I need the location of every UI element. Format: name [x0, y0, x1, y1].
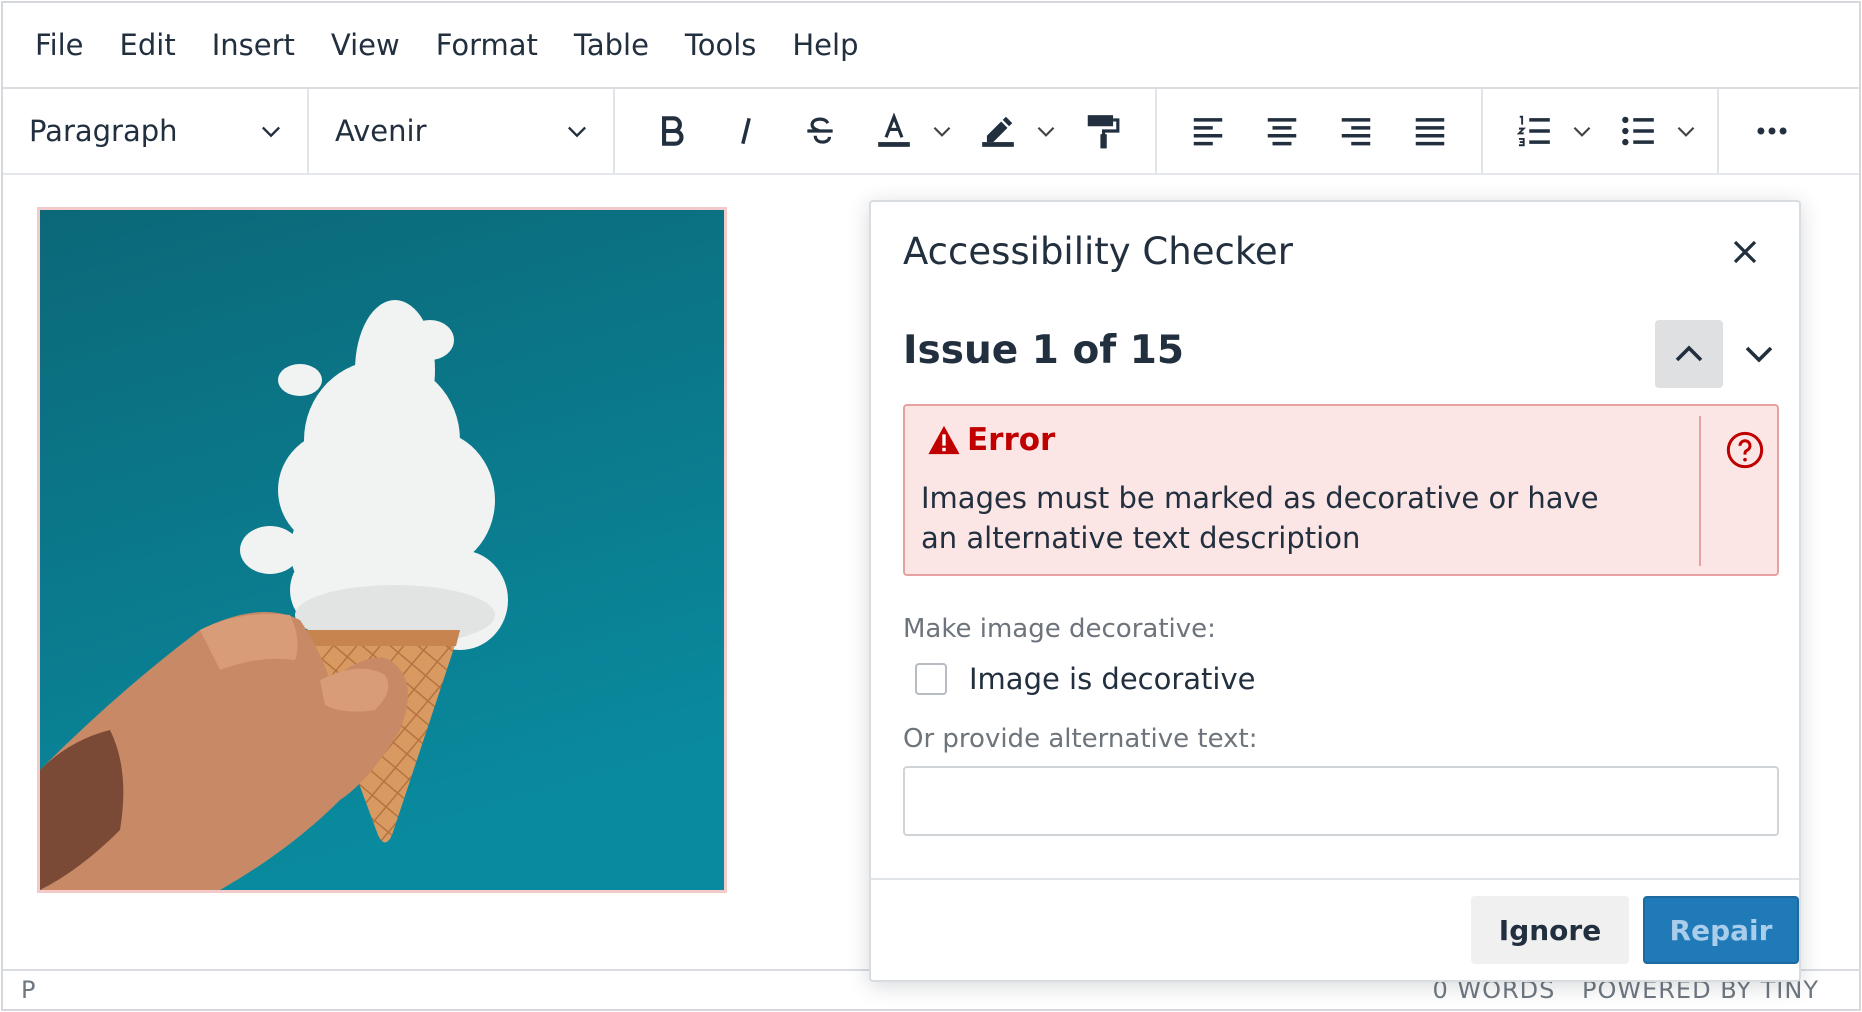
numbered-list-icon — [1516, 115, 1550, 147]
align-justify-button[interactable] — [1399, 101, 1461, 161]
alignment-group — [1157, 89, 1483, 173]
decorative-checkbox-row[interactable]: Image is decorative — [915, 662, 1256, 696]
block-format-value: Paragraph — [29, 114, 178, 148]
font-family-group: Avenir — [309, 89, 615, 173]
block-format-select[interactable]: Paragraph — [3, 89, 307, 173]
decorative-checkbox-label[interactable]: Image is decorative — [969, 662, 1256, 696]
chevron-down-icon — [1573, 126, 1591, 137]
highlight-split — [965, 101, 1061, 161]
bold-icon — [662, 116, 684, 146]
text-color-button[interactable] — [863, 101, 925, 161]
highlight-button[interactable] — [967, 101, 1029, 161]
cloud-ice-cream-photo — [40, 210, 724, 890]
bullet-list-icon — [1622, 116, 1654, 146]
more-icon — [1757, 127, 1787, 135]
close-icon — [1733, 240, 1757, 264]
next-issue-button[interactable] — [1731, 320, 1787, 388]
chevron-down-icon — [262, 126, 280, 138]
bullet-list-button[interactable] — [1607, 101, 1669, 161]
repair-button[interactable]: Repair — [1643, 896, 1799, 964]
error-heading: Error — [927, 422, 1055, 458]
italic-button[interactable] — [715, 101, 777, 161]
more-group — [1719, 89, 1809, 173]
block-format-group: Paragraph — [3, 89, 309, 173]
numbered-list-button[interactable] — [1503, 101, 1565, 161]
numbered-list-dropdown[interactable] — [1567, 116, 1597, 146]
highlight-dropdown[interactable] — [1031, 116, 1061, 146]
error-severity: Error — [967, 422, 1056, 458]
decorative-checkbox[interactable] — [915, 663, 947, 695]
accessibility-checker-dialog: Accessibility Checker Issue 1 of 15 Erro… — [869, 200, 1801, 982]
menu-edit[interactable]: Edit — [102, 17, 194, 73]
format-painter-icon — [1087, 115, 1120, 149]
menu-table[interactable]: Table — [556, 17, 667, 73]
menu-help[interactable]: Help — [774, 17, 876, 73]
align-left-button[interactable] — [1177, 101, 1239, 161]
element-path[interactable]: P — [21, 976, 36, 1004]
align-center-button[interactable] — [1251, 101, 1313, 161]
chevron-down-icon — [1037, 126, 1055, 137]
align-right-button[interactable] — [1325, 101, 1387, 161]
issue-counter: Issue 1 of 15 — [903, 328, 1185, 373]
chevron-down-icon — [1677, 126, 1695, 137]
menu-file[interactable]: File — [17, 17, 102, 73]
menu-view[interactable]: View — [313, 17, 418, 73]
highlight-icon — [982, 116, 1014, 147]
chevron-down-icon — [1745, 346, 1773, 363]
error-divider — [1699, 416, 1701, 566]
decorative-label: Make image decorative: — [903, 614, 1216, 644]
toolbar: Paragraph Avenir — [3, 89, 1859, 175]
align-right-icon — [1341, 118, 1371, 146]
previous-issue-button[interactable] — [1655, 320, 1723, 388]
text-color-split — [861, 101, 957, 161]
content-image[interactable] — [37, 207, 727, 893]
warning-icon — [928, 425, 960, 455]
chevron-up-icon — [1675, 345, 1703, 362]
help-icon[interactable] — [1725, 430, 1765, 470]
chevron-down-icon — [933, 126, 951, 137]
dialog-title: Accessibility Checker — [903, 230, 1293, 273]
align-center-icon — [1267, 118, 1297, 146]
menu-insert[interactable]: Insert — [194, 17, 313, 73]
chevron-down-icon — [568, 126, 586, 138]
bold-button[interactable] — [641, 101, 703, 161]
more-button[interactable] — [1741, 101, 1803, 161]
text-color-icon — [878, 112, 910, 147]
bullet-list-dropdown[interactable] — [1671, 116, 1701, 146]
font-family-value: Avenir — [335, 114, 427, 148]
dialog-footer: Ignore Repair — [871, 878, 1799, 982]
text-color-dropdown[interactable] — [927, 116, 957, 146]
format-painter-button[interactable] — [1071, 101, 1133, 161]
close-button[interactable] — [1717, 224, 1773, 280]
bullet-list-split — [1605, 101, 1701, 161]
ignore-button[interactable]: Ignore — [1471, 896, 1629, 964]
numbered-list-split — [1501, 101, 1597, 161]
align-left-icon — [1193, 118, 1223, 146]
strikethrough-button[interactable] — [789, 101, 851, 161]
italic-icon — [741, 117, 751, 145]
menubar: File Edit Insert View Format Table Tools… — [3, 3, 1859, 89]
alt-text-input[interactable] — [903, 766, 1779, 836]
menu-tools[interactable]: Tools — [667, 17, 774, 73]
error-message: Images must be marked as decorative or h… — [921, 481, 1599, 555]
align-justify-icon — [1415, 118, 1445, 146]
list-group — [1483, 89, 1719, 173]
formatting-group — [615, 89, 1157, 173]
font-family-select[interactable]: Avenir — [309, 89, 613, 173]
menu-format[interactable]: Format — [418, 17, 556, 73]
strikethrough-icon — [807, 117, 833, 144]
alt-text-label: Or provide alternative text: — [903, 724, 1258, 754]
issue-error-box: Error Images must be marked as decorativ… — [903, 404, 1779, 576]
